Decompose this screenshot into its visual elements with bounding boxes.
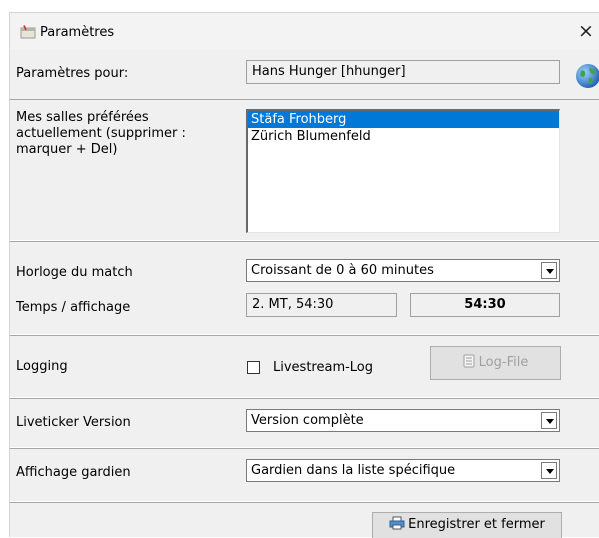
settings-for-user-field: Hans Hunger [hhunger] xyxy=(246,60,560,84)
save-and-close-label: Enregistrer et fermer xyxy=(408,517,545,532)
favorite-rooms-label: Mes salles préférées actuellement (suppr… xyxy=(16,110,186,157)
window-title: Paramètres xyxy=(40,25,115,40)
liveticker-version-value: Version complète xyxy=(251,413,364,428)
logging-label: Logging xyxy=(16,359,68,374)
printer-save-icon xyxy=(389,516,405,530)
match-clock-value: Croissant de 0 à 60 minutes xyxy=(251,263,434,278)
settings-window: Paramètres × Paramètres pour: Hans Hunge… xyxy=(9,12,599,538)
settings-for-label: Paramètres pour: xyxy=(16,66,129,81)
time-display-text-field: 2. MT, 54:30 xyxy=(246,293,397,317)
chevron-down-icon[interactable] xyxy=(541,412,557,429)
match-clock-label: Horloge du match xyxy=(16,265,133,280)
match-clock-section xyxy=(10,241,599,335)
document-icon xyxy=(463,354,475,368)
chevron-down-icon[interactable] xyxy=(541,462,557,479)
liveticker-label: Liveticker Version xyxy=(16,415,131,430)
globe-icon[interactable] xyxy=(575,63,599,89)
time-display-time-field: 54:30 xyxy=(410,293,560,317)
log-file-button[interactable]: Log-File xyxy=(430,346,561,380)
list-item[interactable]: Stäfa Frohberg xyxy=(248,111,559,128)
favorite-rooms-list[interactable]: Stäfa Frohberg Zürich Blumenfeld xyxy=(246,109,560,233)
liveticker-version-select[interactable]: Version complète xyxy=(246,409,560,432)
log-file-button-label: Log-File xyxy=(478,355,529,370)
goalkeeper-label: Affichage gardien xyxy=(16,465,131,480)
match-clock-select[interactable]: Croissant de 0 à 60 minutes xyxy=(246,259,560,282)
chevron-down-icon[interactable] xyxy=(541,262,557,279)
goalkeeper-display-select[interactable]: Gardien dans la liste spécifique xyxy=(246,459,560,482)
save-and-close-button[interactable]: Enregistrer et fermer xyxy=(372,512,562,538)
list-item[interactable]: Zürich Blumenfeld xyxy=(248,128,559,145)
close-button[interactable]: × xyxy=(573,17,599,45)
goalkeeper-display-value: Gardien dans la liste spécifique xyxy=(251,463,456,478)
livestream-log-checkbox[interactable] xyxy=(247,361,260,374)
livestream-log-label[interactable]: Livestream-Log xyxy=(273,360,373,375)
time-display-label: Temps / affichage xyxy=(16,300,131,315)
settings-window-icon xyxy=(20,25,36,39)
title-bar: Paramètres × xyxy=(10,13,599,49)
